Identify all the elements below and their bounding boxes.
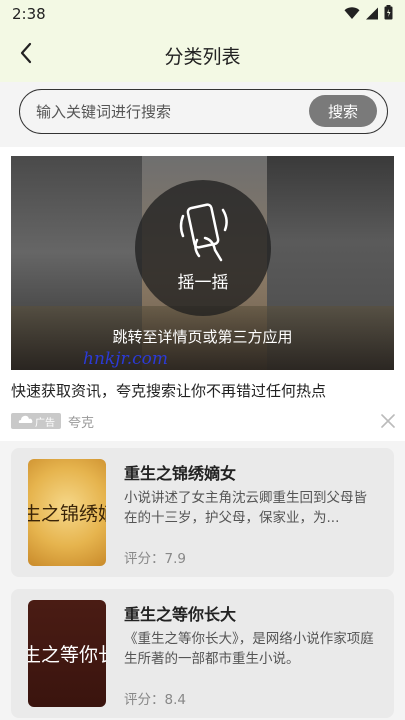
- search-button[interactable]: 搜索: [309, 95, 377, 127]
- app-header: 分类列表: [0, 28, 405, 82]
- ad-badge: 广告: [11, 413, 61, 429]
- search-input[interactable]: [36, 99, 306, 125]
- book-cover: 生之锦绣嫡: [28, 459, 106, 566]
- ad-source: 夸克: [68, 416, 95, 431]
- phone-shake-icon: [175, 200, 233, 266]
- book-description: 小说讲述了女主角沈云卿重生回到父母皆在的十三岁，护父母，保家业，为...: [124, 490, 367, 526]
- status-time: 2:38: [12, 5, 46, 23]
- shake-label: 摇一摇: [177, 273, 229, 293]
- status-bar: 2:38: [0, 0, 405, 28]
- close-icon: [380, 414, 396, 433]
- book-cover-text: 生之锦绣嫡: [28, 503, 106, 525]
- search-section: 搜索: [0, 82, 405, 142]
- battery-icon: [384, 4, 393, 24]
- book-title: 重生之等你长大: [124, 605, 237, 624]
- shake-button[interactable]: 摇一摇: [135, 180, 271, 316]
- search-box: 搜索: [19, 89, 388, 134]
- book-cover: 生之等你长: [28, 600, 106, 707]
- signal-icon: [365, 5, 379, 24]
- book-card[interactable]: 生之等你长 重生之等你长大 《重生之等你长大》，是网络小说作家项庭生所著的一部都…: [11, 589, 394, 718]
- ad-headline[interactable]: 快速获取资讯，夸克搜索让你不再错过任何热点: [11, 380, 394, 401]
- ad-banner[interactable]: 摇一摇 跳转至详情页或第三方应用 hnkjr.com 快速获取资讯，夸克搜索让你…: [0, 147, 405, 441]
- status-icons: [344, 4, 393, 24]
- book-description: 《重生之等你长大》，是网络小说作家项庭生所著的一部都市重生小说。: [124, 631, 374, 667]
- page-title: 分类列表: [164, 45, 241, 68]
- ad-watermark: hnkjr.com: [83, 349, 169, 369]
- wifi-icon: [344, 5, 360, 24]
- ad-jump-text: 跳转至详情页或第三方应用: [112, 328, 293, 346]
- back-button[interactable]: [12, 41, 40, 69]
- ad-close-button[interactable]: [380, 413, 396, 429]
- book-rating: 评分：7.9: [124, 551, 186, 567]
- book-title: 重生之锦绣嫡女: [124, 464, 237, 483]
- book-cover-text: 生之等你长: [28, 644, 106, 666]
- book-rating: 评分：8.4: [124, 692, 186, 708]
- book-card[interactable]: 生之锦绣嫡 重生之锦绣嫡女 小说讲述了女主角沈云卿重生回到父母皆在的十三岁，护父…: [11, 448, 394, 577]
- ad-badge-label: 广告: [35, 417, 55, 429]
- cloud-icon: [17, 415, 33, 427]
- chevron-left-icon: [19, 42, 33, 68]
- ad-image[interactable]: 摇一摇 跳转至详情页或第三方应用 hnkjr.com: [11, 156, 394, 370]
